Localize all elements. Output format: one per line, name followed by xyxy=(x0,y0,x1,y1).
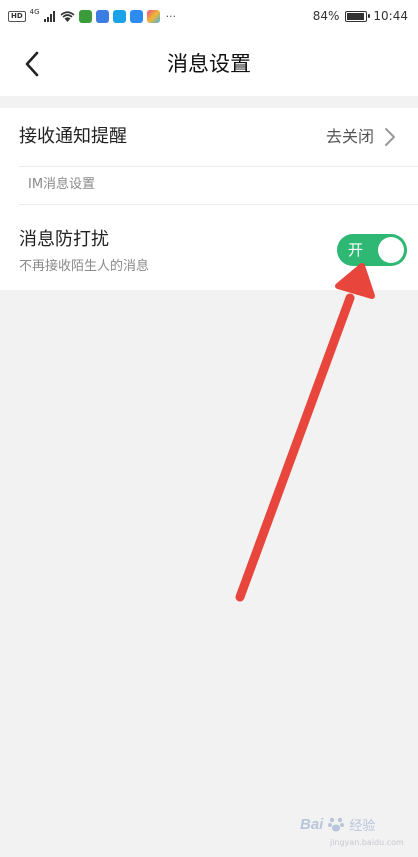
chevron-right-icon xyxy=(385,128,395,146)
watermark-logo: Bai xyxy=(300,815,324,833)
baidu-watermark: Bai 经验 xyxy=(300,808,412,840)
status-bar: HD 4G ··· 84% 10:44 xyxy=(0,0,418,32)
paw-icon xyxy=(328,817,345,832)
dnd-setting-row: 消息防打扰 不再接收陌生人的消息 开 xyxy=(0,205,418,290)
hd-badge: HD xyxy=(8,10,26,22)
app-icon-lightblue xyxy=(129,9,143,23)
back-button[interactable] xyxy=(14,46,50,82)
toggle-knob xyxy=(378,237,404,263)
app-icon-cyan xyxy=(112,9,126,23)
notify-setting-label: 接收通知提醒 xyxy=(19,126,127,147)
network-type-label: 4G xyxy=(29,8,40,16)
status-icons-right: 84% 10:44 xyxy=(313,9,408,23)
chevron-left-icon xyxy=(25,51,39,77)
wifi-icon xyxy=(60,10,75,22)
app-icon-multicolor xyxy=(146,9,160,23)
battery-percent: 84% xyxy=(312,9,340,23)
more-notifications-icon: ··· xyxy=(165,9,177,23)
status-icons-left: HD 4G ··· xyxy=(8,8,177,23)
section-label-im: IM消息设置 xyxy=(28,177,96,192)
battery-icon xyxy=(345,10,371,22)
signal-icon xyxy=(43,10,55,22)
settings-card: 接收通知提醒 去关闭 IM消息设置 消息防打扰 不再接收陌生人的消息 开 xyxy=(0,108,418,290)
toggle-on-label: 开 xyxy=(348,241,364,259)
app-icon-blue xyxy=(95,9,109,23)
clock: 10:44 xyxy=(373,9,408,23)
dnd-toggle-switch[interactable]: 开 xyxy=(337,234,407,266)
notify-setting-value: 去关闭 xyxy=(325,127,374,146)
watermark-url: jingyan.baidu.com xyxy=(330,838,404,847)
watermark-text: 经验 xyxy=(349,818,376,834)
notify-setting-row[interactable]: 接收通知提醒 去关闭 xyxy=(0,108,418,166)
page-title: 消息设置 xyxy=(167,52,251,76)
nav-bar: 消息设置 xyxy=(0,32,418,96)
dnd-setting-subtitle: 不再接收陌生人的消息 xyxy=(19,259,150,274)
dnd-setting-label: 消息防打扰 xyxy=(19,229,109,250)
app-icon-green xyxy=(78,9,92,23)
